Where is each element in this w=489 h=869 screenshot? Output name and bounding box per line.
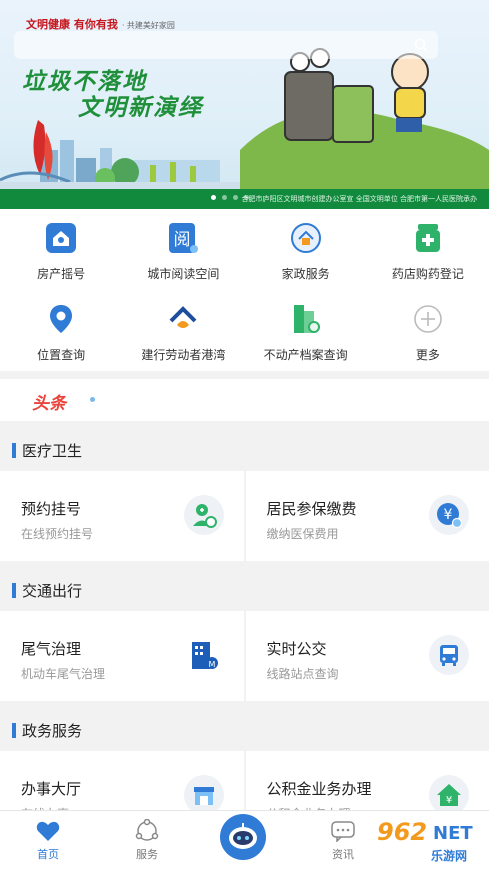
tab-service[interactable]: 服务	[107, 811, 187, 869]
grid-item-pharmacy[interactable]: 药店购药登记	[367, 209, 489, 290]
card-insurance-payment[interactable]: 居民参保缴费 缴纳医保费用 ¥	[245, 471, 489, 561]
watermark-number: 962	[377, 818, 428, 846]
tab-label: 首页	[37, 848, 59, 861]
grid-label: 建行劳动者港湾	[141, 348, 226, 362]
search-bar[interactable]	[14, 31, 438, 59]
tab-label: 服务	[136, 848, 158, 861]
carousel-dot[interactable]	[222, 195, 227, 200]
carousel-dot[interactable]	[211, 195, 216, 200]
headline-logo: 头条	[32, 394, 66, 414]
top-banner[interactable]: 文明健康 有你有我 · 共建美好家园 垃圾不落地 文明新演绎 合肥市庐阳区文明城市…	[0, 0, 489, 209]
grid-item-location[interactable]: 位置查询	[0, 290, 122, 371]
svg-text:阅: 阅	[174, 230, 191, 250]
grid-item-more[interactable]: 更多	[367, 290, 489, 371]
ccb-harbor-icon	[166, 302, 200, 336]
exhaust-building-icon: M	[183, 635, 224, 675]
house-lottery-icon	[44, 221, 78, 255]
banner-topline: 文明健康 有你有我 · 共建美好家园	[26, 18, 175, 31]
watermark-site: 乐游网	[431, 849, 468, 863]
card-title: 办事大厅	[21, 780, 82, 798]
svg-text:¥: ¥	[446, 795, 452, 806]
watermark-net: NET	[433, 823, 473, 844]
plus-circle-icon	[411, 302, 445, 336]
card-exhaust[interactable]: 尾气治理 机动车尾气治理 M	[0, 611, 244, 701]
grid-item-housekeeping[interactable]: 家政服务	[245, 209, 367, 290]
grid-label: 房产摇号	[37, 267, 86, 281]
reading-icon: 阅	[166, 221, 200, 255]
chat-news-icon	[331, 819, 355, 843]
card-title: 尾气治理	[21, 640, 82, 658]
transport-cards: 尾气治理 机动车尾气治理 M 实时公交 线路站点查询	[0, 611, 489, 701]
section-accent-bar	[12, 723, 16, 738]
grid-label: 更多	[415, 348, 440, 362]
card-subtitle: 线路站点查询	[266, 667, 339, 681]
robot-icon	[229, 823, 257, 849]
grid-label: 药店购药登记	[391, 267, 464, 281]
bus-icon	[429, 635, 469, 675]
doctor-appointment-icon	[183, 495, 224, 535]
location-pin-icon	[44, 302, 78, 336]
carousel-dots[interactable]	[211, 195, 249, 200]
tab-home[interactable]: 首页	[8, 811, 88, 869]
section-accent-bar	[12, 443, 16, 458]
section-accent-bar	[12, 583, 16, 598]
banner-strip-text: 合肥市庐阳区文明城市创建办公室宣 全国文明单位 合肥市第一人民医院承办	[241, 195, 477, 203]
grid-item-property-archive[interactable]: 不动产档案查询	[245, 290, 367, 371]
property-archive-icon	[289, 302, 323, 336]
grid-label: 家政服务	[281, 267, 330, 281]
section-title-text: 政务服务	[22, 722, 83, 740]
grid-item-city-reading[interactable]: 阅 城市阅读空间	[122, 209, 244, 290]
card-appointment[interactable]: 预约挂号 在线预约挂号	[0, 471, 244, 561]
medical-cards: 预约挂号 在线预约挂号 居民参保缴费 缴纳医保费用 ¥	[0, 471, 489, 561]
card-subtitle: 在线预约挂号	[21, 527, 94, 541]
grid-item-house-lottery[interactable]: 房产摇号	[0, 209, 122, 290]
tab-label: 资讯	[332, 848, 354, 861]
section-title-text: 交通出行	[22, 582, 83, 600]
carousel-dot[interactable]	[233, 195, 238, 200]
section-title-government: 政务服务	[0, 710, 489, 750]
svg-text:¥: ¥	[444, 507, 453, 523]
quick-service-grid: 房产摇号 阅 城市阅读空间 家政服务 药店购药登记 位置查询 建行劳动者港湾 不…	[0, 209, 489, 371]
grid-label: 位置查询	[37, 348, 86, 362]
search-icon[interactable]	[414, 37, 428, 56]
card-title: 预约挂号	[21, 500, 82, 518]
grid-item-ccb-harbor[interactable]: 建行劳动者港湾	[122, 290, 244, 371]
card-title: 实时公交	[266, 640, 327, 658]
service-hall-icon	[183, 775, 224, 815]
card-subtitle: 缴纳医保费用	[266, 527, 339, 541]
card-title: 公积金业务办理	[266, 780, 372, 798]
housing-fund-icon: ¥	[429, 775, 469, 815]
headline-bullet	[90, 397, 95, 402]
carousel-dot[interactable]	[244, 195, 249, 200]
grid-label: 不动产档案查询	[263, 348, 348, 362]
card-subtitle: 机动车尾气治理	[21, 667, 106, 681]
section-title-transport: 交通出行	[0, 570, 489, 610]
housekeeping-icon	[289, 221, 323, 255]
yuan-payment-icon: ¥	[429, 495, 469, 535]
pharmacy-icon	[411, 221, 445, 255]
section-title-text: 医疗卫生	[22, 442, 83, 460]
grid-label: 城市阅读空间	[147, 267, 220, 281]
banner-slogan-line2: 文明新演绎	[78, 95, 203, 121]
card-title: 居民参保缴费	[266, 500, 357, 518]
heart-home-icon	[36, 819, 60, 843]
section-title-medical: 医疗卫生	[0, 430, 489, 470]
service-molecule-icon	[135, 819, 159, 843]
assistant-robot-button[interactable]	[220, 814, 266, 860]
svg-text:M: M	[208, 660, 215, 669]
card-realtime-bus[interactable]: 实时公交 线路站点查询	[245, 611, 489, 701]
headline-news-bar[interactable]: 头条	[0, 379, 489, 421]
site-watermark: 962 NET 乐游网	[355, 814, 483, 864]
